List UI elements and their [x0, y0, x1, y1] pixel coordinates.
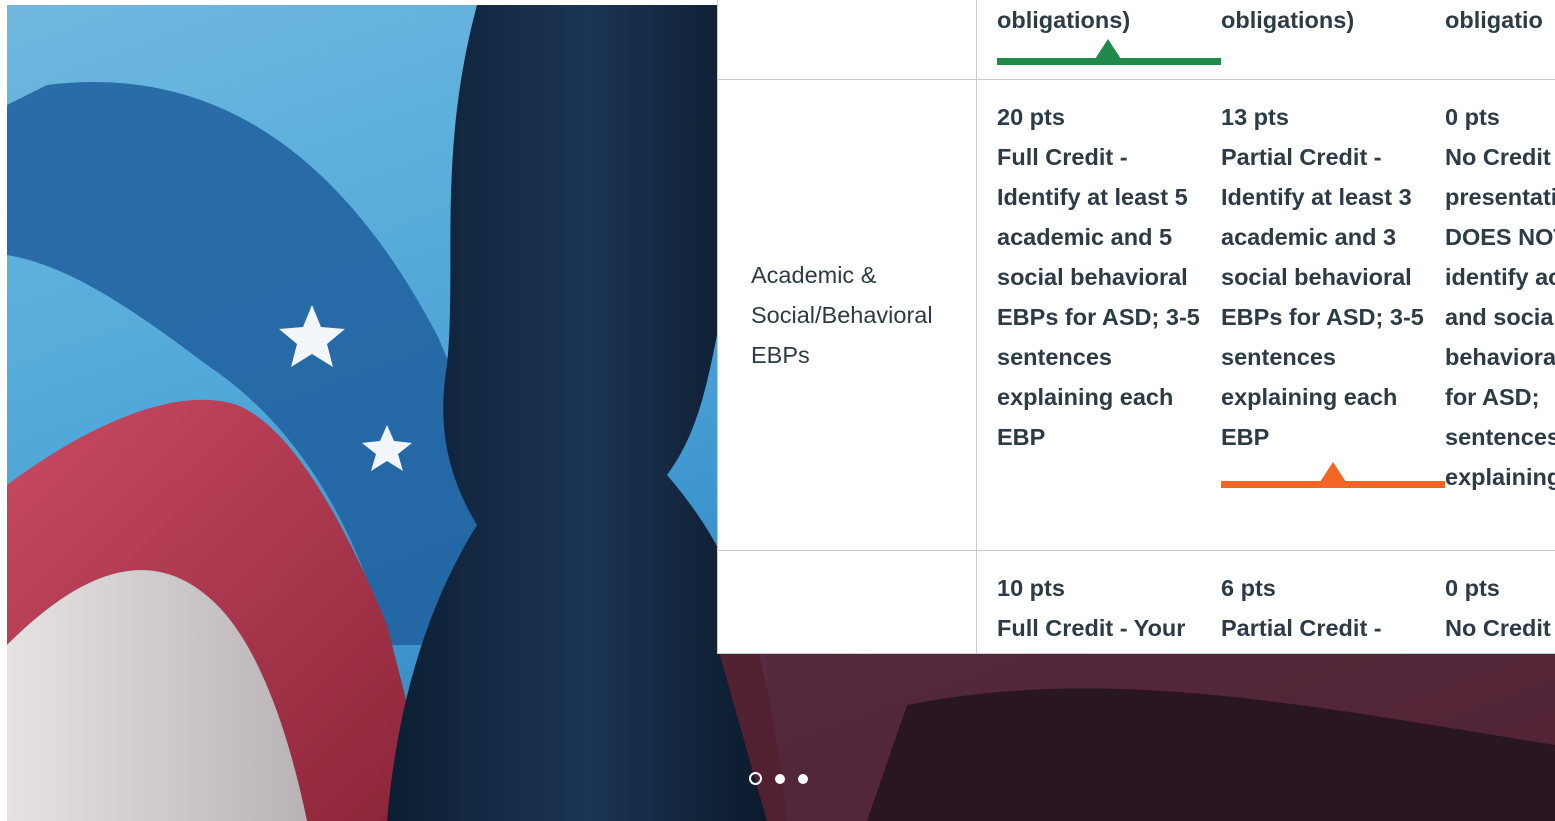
rating-description: Full Credit - Identify at least 5 academ…: [997, 144, 1200, 450]
carousel-dot[interactable]: [775, 773, 785, 784]
rating-description: obligations): [1221, 7, 1355, 33]
criterion-cell: [718, 550, 977, 653]
rating-description: obligatio: [1445, 7, 1543, 33]
rubric-row: 10 pts Full Credit - Your 6 pts Partial …: [718, 550, 1555, 653]
rubric-row: obligations) obligations) obligatio: [718, 0, 1555, 80]
rating-points: 20 pts: [997, 104, 1065, 130]
rating-description: Partial Credit - Identify at least 3 aca…: [1221, 144, 1424, 450]
rating-no-credit[interactable]: obligatio: [1425, 0, 1555, 40]
carousel-dot-active[interactable]: [749, 772, 762, 785]
criterion-cell: Academic & Social/Behavioral EBPs: [718, 79, 977, 551]
ratings-cell: 10 pts Full Credit - Your 6 pts Partial …: [976, 550, 1555, 653]
rating-full-credit[interactable]: 20 pts Full Credit - Identify at least 5…: [977, 80, 1201, 497]
rating-partial-credit[interactable]: 6 pts Partial Credit -: [1201, 551, 1425, 648]
rubric-row: Academic & Social/Behavioral EBPs 20 pts…: [718, 79, 1555, 551]
rating-description: Partial Credit -: [1221, 615, 1382, 641]
rating-points: 0 pts: [1445, 575, 1500, 601]
rating-no-credit[interactable]: 0 pts No Credit: [1425, 551, 1555, 648]
selected-rating-pointer: [1320, 462, 1346, 482]
carousel-dot[interactable]: [798, 773, 808, 784]
rating-description: No Credit - presentation DOES NOT identi…: [1445, 144, 1555, 490]
rating-points: 10 pts: [997, 575, 1065, 601]
rubric-panel: obligations) obligations) obligatio Acad…: [717, 0, 1555, 654]
carousel-indicators: [749, 772, 808, 785]
rating-partial-credit[interactable]: obligations): [1201, 0, 1425, 40]
rating-points: 0 pts: [1445, 104, 1500, 130]
ratings-cell: 20 pts Full Credit - Identify at least 5…: [976, 79, 1555, 551]
rating-points: 13 pts: [1221, 104, 1289, 130]
rating-description: obligations): [997, 7, 1131, 33]
criterion-cell: [718, 0, 977, 80]
selected-rating-indicator: [997, 58, 1221, 65]
rating-description: Full Credit - Your: [997, 615, 1186, 641]
rating-no-credit[interactable]: 0 pts No Credit - presentation DOES NOT …: [1425, 80, 1555, 497]
criterion-label: Academic & Social/Behavioral EBPs: [751, 262, 933, 368]
selected-rating-pointer: [1095, 39, 1121, 59]
rating-points: 6 pts: [1221, 575, 1276, 601]
rating-full-credit[interactable]: obligations): [977, 0, 1201, 40]
rating-description: No Credit: [1445, 615, 1551, 641]
rubric-table: obligations) obligations) obligatio Acad…: [718, 0, 1555, 653]
selected-rating-indicator: [1221, 481, 1445, 488]
rating-partial-credit[interactable]: 13 pts Partial Credit - Identify at leas…: [1201, 80, 1425, 497]
rating-full-credit[interactable]: 10 pts Full Credit - Your: [977, 551, 1201, 648]
ratings-cell: obligations) obligations) obligatio: [976, 0, 1555, 80]
